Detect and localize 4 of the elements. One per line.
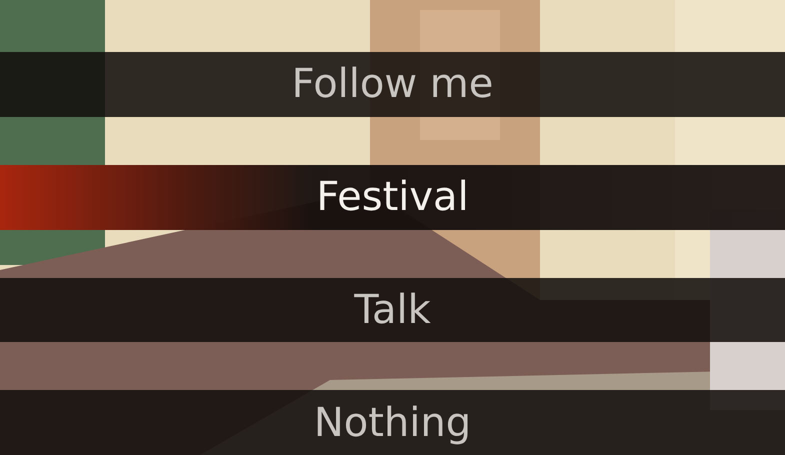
menu-choice[interactable]: Festival [0, 164, 785, 230]
menu-choice[interactable]: Talk [0, 278, 785, 342]
menu-choice[interactable]: Nothing [0, 390, 785, 455]
menu-choice[interactable]: Follow me [0, 52, 785, 117]
